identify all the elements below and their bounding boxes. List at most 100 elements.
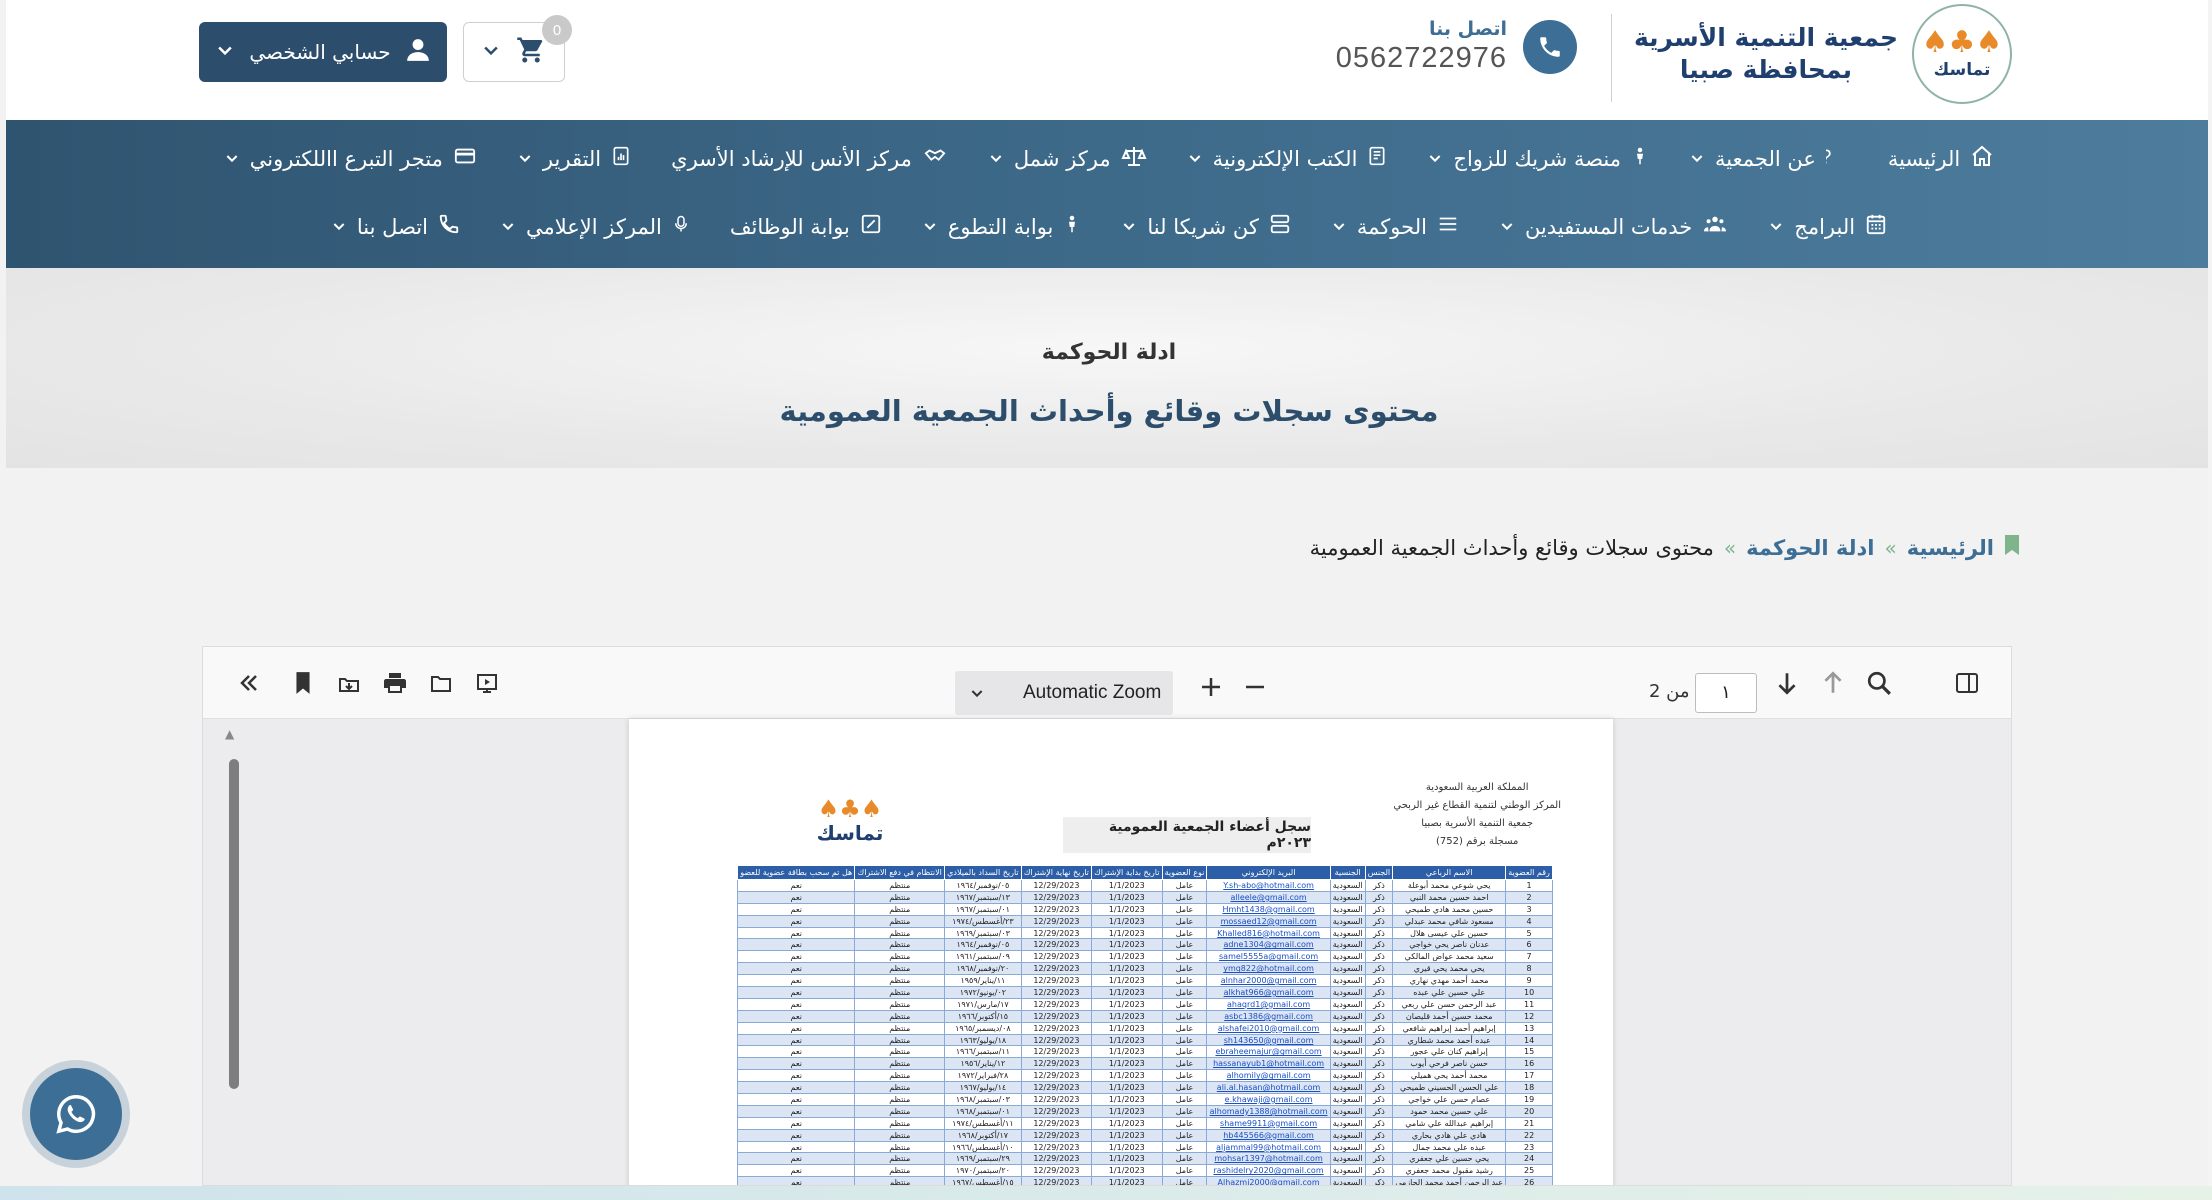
nav-item-ebooks[interactable]: الكتب الإلكترونية bbox=[1187, 144, 1388, 173]
breadcrumb-section[interactable]: ادلة الحوكمة bbox=[1746, 536, 1874, 560]
table-cell: ذكر bbox=[1364, 938, 1394, 952]
email-link[interactable]: Hmht1438@gmail.com bbox=[1206, 902, 1331, 916]
email-link[interactable]: ali.al.hasan@hotmail.com bbox=[1206, 1081, 1331, 1095]
nav-item-governance[interactable]: الحوكمة bbox=[1331, 212, 1459, 241]
table-cell: يحي محمد يحي قيري bbox=[1392, 962, 1507, 976]
nav-item-about[interactable]: ? عن الجمعية bbox=[1689, 144, 1848, 173]
email-link[interactable]: Alhazmi2000@gmail.com bbox=[1206, 1176, 1331, 1185]
account-label: حسابي الشخصي bbox=[249, 40, 391, 64]
email-link[interactable]: alhomady1388@hotmail.com bbox=[1206, 1104, 1331, 1118]
email-link[interactable]: aljammal99@hotmail.com bbox=[1206, 1140, 1331, 1154]
email-link[interactable]: hassanayub1@hotmail.com bbox=[1206, 1057, 1331, 1071]
site-logo[interactable]: ♠♣♠ تماسك bbox=[1912, 4, 2012, 104]
double-chevron-left-icon[interactable] bbox=[233, 667, 265, 699]
table-cell: عامل bbox=[1161, 1116, 1208, 1130]
email-link[interactable]: shame9911@gmail.com bbox=[1206, 1116, 1331, 1130]
table-cell: ١٠/أغسطس/١٩٦٦ bbox=[944, 1140, 1022, 1154]
zoom-in-icon[interactable] bbox=[1195, 671, 1227, 703]
table-cell: 1/1/2023 bbox=[1091, 914, 1163, 928]
table-cell: 1/1/2023 bbox=[1091, 1045, 1163, 1059]
scrollbar-thumb[interactable] bbox=[229, 759, 239, 1089]
email-link[interactable]: Khalled816@hotmail.com bbox=[1206, 926, 1331, 940]
table-cell: ١١/يناير/١٩٥٩ bbox=[944, 974, 1022, 988]
email-link[interactable]: ebraheemajur@gmail.com bbox=[1206, 1045, 1331, 1059]
search-icon[interactable] bbox=[1863, 667, 1895, 699]
table-row: 22 هادي علي هادي بحاري ذكر السعودية hb445566… bbox=[736, 1128, 1553, 1142]
brand[interactable]: ♠♣♠ تماسك جمعية التنمية الأسرية بمحافظة … bbox=[1634, 4, 2012, 104]
email-link[interactable]: e.khawaji@gmail.com bbox=[1206, 1093, 1331, 1106]
table-cell: عامل bbox=[1161, 1021, 1208, 1035]
zoom-select[interactable]: Automatic Zoom bbox=[955, 671, 1173, 715]
presentation-icon[interactable] bbox=[471, 667, 503, 699]
download-icon[interactable] bbox=[333, 667, 365, 699]
nav-item-marriage[interactable]: منصة شريك للزواج bbox=[1427, 144, 1649, 173]
email-link[interactable]: alkhat966@gmail.com bbox=[1206, 986, 1331, 999]
chevron-down-icon bbox=[215, 40, 235, 65]
person-icon bbox=[1063, 212, 1081, 241]
nav-item-counseling[interactable]: مركز الأنس للإرشاد الأسري bbox=[671, 144, 948, 173]
nav-item-shamel[interactable]: مركز شمل bbox=[988, 144, 1147, 173]
nav-item-beneficiaries[interactable]: خدمات المستفيدين bbox=[1499, 212, 1728, 241]
nav-label: بوابة الوظائف bbox=[729, 214, 850, 239]
table-cell: 1/1/2023 bbox=[1091, 962, 1163, 976]
table-cell: السعودية bbox=[1329, 1128, 1366, 1142]
whatsapp-button[interactable] bbox=[22, 1060, 130, 1168]
email-link[interactable]: sh143650@gmail.com bbox=[1206, 1033, 1331, 1047]
chevron-down-icon bbox=[500, 215, 516, 239]
table-cell: 1/1/2023 bbox=[1091, 938, 1163, 952]
contact-number[interactable]: 0562722976 bbox=[1336, 42, 1507, 75]
table-cell: ذكر bbox=[1364, 1164, 1394, 1178]
table-cell: نعم bbox=[736, 902, 856, 916]
hero-subtitle: ادلة الحوكمة bbox=[1041, 340, 1177, 365]
sidebar-toggle-icon[interactable] bbox=[1951, 667, 1983, 699]
email-link[interactable]: ymq822@hotmail.com bbox=[1206, 962, 1331, 976]
table-cell: 12/29/2023 bbox=[1020, 1104, 1093, 1118]
nav-item-report[interactable]: التقرير bbox=[517, 144, 631, 173]
scroll-up-arrow-icon[interactable]: ▲ bbox=[225, 727, 234, 741]
cart-button[interactable]: 0 bbox=[463, 15, 572, 82]
email-link[interactable]: mohsar1397@hotmail.com bbox=[1206, 1152, 1331, 1166]
table-cell: 1/1/2023 bbox=[1091, 1140, 1163, 1154]
print-icon[interactable] bbox=[379, 667, 411, 699]
email-link[interactable]: asbc1386@gmail.com bbox=[1206, 1009, 1331, 1023]
email-link[interactable]: alhomily@gmail.com bbox=[1206, 1069, 1331, 1083]
nav-item-donation-store[interactable]: متجر التبرع االلكتروني bbox=[224, 144, 477, 173]
table-cell: رشيد مقبول محمد جعفري bbox=[1392, 1164, 1507, 1178]
nav-item-partner[interactable]: كن شريكا لنا bbox=[1121, 212, 1291, 241]
arrow-down-icon[interactable] bbox=[1771, 667, 1803, 699]
nav-item-volunteer[interactable]: بوابة التطوع bbox=[922, 212, 1081, 241]
email-link[interactable]: alleele@gmail.com bbox=[1206, 890, 1331, 904]
table-row: 11 عبد الرحمن حسن علي ربعي ذكر السعودية ahaq… bbox=[736, 997, 1553, 1011]
email-link[interactable]: Y.sh-abo@hotmail.com bbox=[1206, 879, 1331, 892]
nav-item-media[interactable]: المركز الإعلامي bbox=[500, 212, 690, 241]
open-file-icon[interactable] bbox=[425, 667, 457, 699]
table-row: 13 إبراهيم أحمد إبراهيم شافعي ذكر السعودية a… bbox=[736, 1021, 1553, 1035]
email-link[interactable]: samel5555a@gmail.com bbox=[1206, 950, 1331, 964]
bookmark-icon[interactable] bbox=[287, 667, 319, 699]
header-divider bbox=[1611, 14, 1612, 102]
table-cell: 21 bbox=[1505, 1116, 1553, 1130]
table-cell: ٠٩/سبتمبر/١٩٦١ bbox=[944, 950, 1022, 964]
page-number-input[interactable]: ١ bbox=[1695, 673, 1757, 713]
nav-item-contact[interactable]: اتصل بنا bbox=[331, 212, 460, 241]
email-link[interactable]: ahaqrd1@gmail.com bbox=[1206, 997, 1331, 1011]
nav-item-jobs[interactable]: بوابة الوظائف bbox=[730, 212, 882, 241]
contact-block[interactable]: اتصل بنا 0562722976 bbox=[1336, 18, 1577, 75]
email-link[interactable]: adne1304@gmail.com bbox=[1206, 938, 1331, 952]
nav-item-home[interactable]: الرئيسية bbox=[1888, 144, 1994, 173]
arrow-up-icon[interactable] bbox=[1817, 667, 1849, 699]
email-link[interactable]: mossaed12@gmail.com bbox=[1206, 914, 1331, 928]
email-link[interactable]: alshafei2010@gmail.com bbox=[1206, 1021, 1331, 1035]
email-link[interactable]: hb445566@gmail.com bbox=[1206, 1128, 1331, 1142]
chevron-down-icon bbox=[922, 215, 938, 239]
nav-item-programs[interactable]: البرامج bbox=[1768, 212, 1887, 241]
email-link[interactable]: rashidelry2020@gmail.com bbox=[1206, 1164, 1331, 1178]
email-link[interactable]: alnhar2000@gmail.com bbox=[1206, 974, 1331, 988]
home-icon bbox=[1970, 144, 1994, 173]
breadcrumb-home[interactable]: الرئيسية bbox=[1907, 536, 1994, 560]
zoom-out-icon[interactable] bbox=[1239, 671, 1271, 703]
account-button[interactable]: حسابي الشخصي bbox=[199, 22, 447, 82]
table-column-header: تاريخ بداية الإشتراك bbox=[1091, 865, 1163, 880]
chevron-down-icon bbox=[224, 147, 240, 171]
table-cell: منتظم bbox=[854, 879, 946, 892]
